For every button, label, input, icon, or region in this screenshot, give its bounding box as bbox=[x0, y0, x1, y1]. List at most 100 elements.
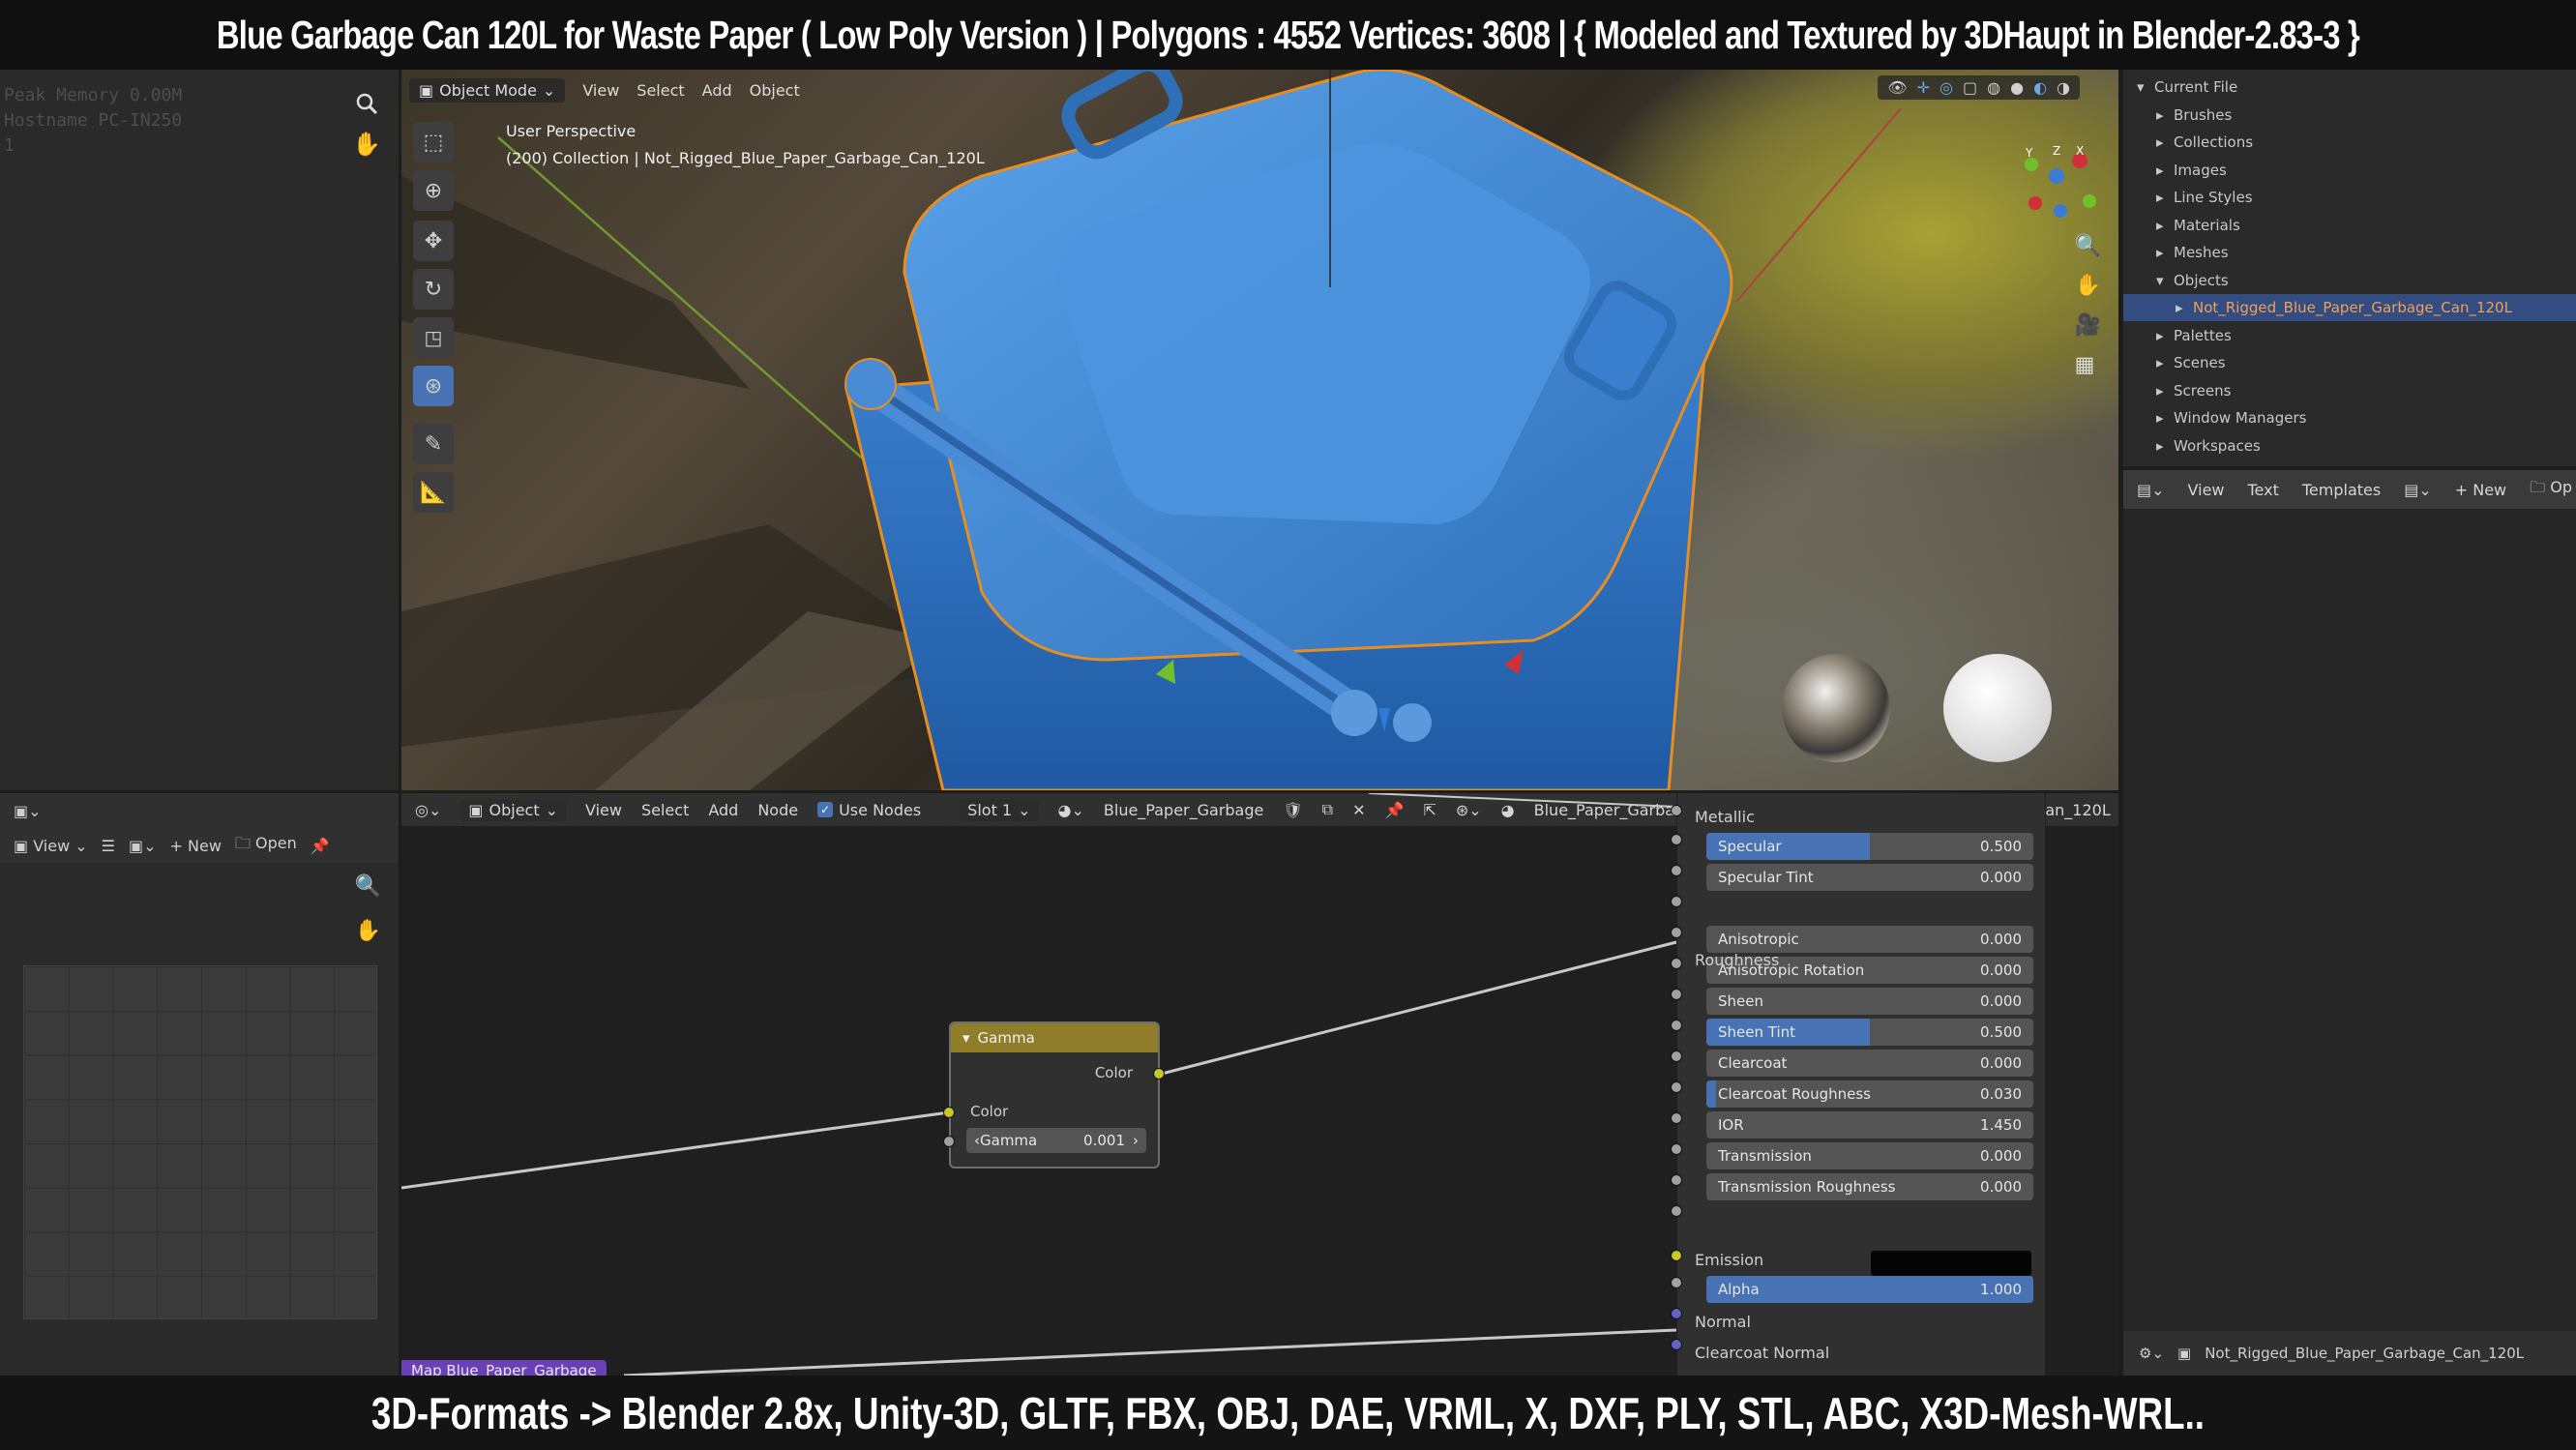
gamma-value-socket[interactable] bbox=[943, 1136, 955, 1147]
zoom-icon[interactable]: 🔍 bbox=[355, 874, 381, 899]
bsdf-field-specular-tint[interactable]: Specular Tint 0.000 bbox=[1706, 864, 2033, 891]
outliner-item[interactable]: ▸ Workspaces bbox=[2123, 432, 2576, 459]
gamma-node[interactable]: ▾ Gamma Color Color ‹ Gamma 0.001 › bbox=[949, 1021, 1160, 1169]
hand-pan-icon[interactable]: ✋ bbox=[352, 130, 381, 159]
outliner-item[interactable]: ▸ Palettes bbox=[2123, 322, 2576, 349]
shader-node-editor[interactable]: ◎⌄ ▣ Object ⌄ View Select Add Node ✓ Use… bbox=[401, 793, 2118, 1376]
rendered-shading-icon[interactable]: ◑ bbox=[2057, 78, 2070, 97]
camera-icon[interactable]: 🎥 bbox=[2075, 313, 2101, 338]
outliner-item[interactable]: ▸ Window Managers bbox=[2123, 404, 2576, 431]
expand-arrow-closed-icon[interactable]: ▸ bbox=[2156, 327, 2174, 344]
bsdf-input-socket[interactable] bbox=[1671, 1308, 1682, 1319]
bsdf-field-sheen[interactable]: Sheen 0.000 bbox=[1706, 988, 2033, 1015]
expand-arrow-closed-icon[interactable]: ▸ bbox=[2156, 409, 2174, 427]
gamma-input-socket[interactable] bbox=[943, 1107, 955, 1118]
collapse-icon[interactable]: ▾ bbox=[962, 1029, 970, 1047]
image-browse-icon[interactable]: ▣⌄ bbox=[129, 837, 157, 855]
bsdf-input-socket[interactable] bbox=[1671, 1339, 1682, 1350]
bsdf-input-socket[interactable] bbox=[1671, 1020, 1682, 1031]
visibility-icon[interactable]: 👁 bbox=[1887, 78, 1907, 97]
menu-select[interactable]: Select bbox=[637, 81, 684, 100]
bsdf-input-socket[interactable] bbox=[1671, 989, 1682, 1000]
open-folder-icon[interactable]: 🗀 Op bbox=[2530, 477, 2572, 503]
outliner-item[interactable]: ▾ Objects bbox=[2123, 267, 2576, 294]
expand-arrow-closed-icon[interactable]: ▸ bbox=[2156, 162, 2174, 179]
bsdf-field-sheen-tint[interactable]: Sheen Tint 0.500 bbox=[1706, 1019, 2033, 1046]
bsdf-input-socket[interactable] bbox=[1671, 1143, 1682, 1155]
expand-arrow-closed-icon[interactable]: ▸ bbox=[2156, 217, 2174, 234]
bsdf-input-socket[interactable] bbox=[1671, 1205, 1682, 1217]
bsdf-input-socket[interactable] bbox=[1671, 927, 1682, 938]
bsdf-input-socket[interactable] bbox=[1671, 1250, 1682, 1261]
editor-type-icon[interactable]: ▣⌄ bbox=[14, 802, 42, 820]
bsdf-field-alpha[interactable]: Alpha 1.000 bbox=[1706, 1276, 2033, 1303]
image-canvas-grid[interactable] bbox=[23, 965, 377, 1319]
outliner-item[interactable]: ▸ Line Styles bbox=[2123, 184, 2576, 211]
bsdf-field-transmission[interactable]: Transmission 0.000 bbox=[1706, 1142, 2033, 1169]
expand-arrow-closed-icon[interactable]: ▸ bbox=[2156, 189, 2174, 206]
bsdf-input-socket[interactable] bbox=[1671, 1277, 1682, 1288]
hamburger-icon[interactable]: ☰ bbox=[102, 837, 115, 855]
menu-view[interactable]: View bbox=[2188, 481, 2225, 499]
navigation-gizmo[interactable]: Z X Y bbox=[1993, 128, 2109, 234]
menu-object[interactable]: Object bbox=[750, 81, 800, 100]
outliner-item[interactable]: ▾ Current File bbox=[2123, 74, 2576, 101]
principled-bsdf-node[interactable]: Metallic Specular 0.500 Specular Tint 0.000… bbox=[1676, 793, 2046, 1376]
expand-arrow-closed-icon[interactable]: ▸ bbox=[2156, 382, 2174, 399]
rotate-tool[interactable]: ↻ bbox=[413, 269, 454, 310]
expand-arrow-closed-icon[interactable]: ▸ bbox=[2156, 437, 2174, 455]
annotate-tool[interactable]: ✎ bbox=[413, 424, 454, 464]
outliner-item[interactable]: ▸ Materials bbox=[2123, 212, 2576, 239]
solid-shading-icon[interactable]: ● bbox=[2010, 78, 2024, 97]
mode-dropdown[interactable]: ▣ Object Mode ⌄ bbox=[409, 77, 566, 103]
gamma-output-socket[interactable] bbox=[1153, 1068, 1165, 1080]
bsdf-input-socket[interactable] bbox=[1671, 896, 1682, 907]
menu-view[interactable]: View bbox=[582, 81, 619, 100]
select-box-tool[interactable]: ⬚ bbox=[413, 122, 454, 163]
emission-color-swatch[interactable] bbox=[1871, 1251, 2031, 1276]
editor-type-icon[interactable]: ▤⌄ bbox=[2137, 481, 2165, 499]
expand-arrow-closed-icon[interactable]: ▸ bbox=[2156, 106, 2174, 124]
gamma-value-field[interactable]: ‹ Gamma 0.001 › bbox=[966, 1128, 1146, 1153]
menu-templates[interactable]: Templates bbox=[2302, 481, 2381, 499]
bsdf-input-socket[interactable] bbox=[1671, 865, 1682, 876]
open-image-button[interactable]: 🗀 Open bbox=[235, 833, 297, 859]
wireframe-shading-icon[interactable]: ◍ bbox=[1987, 78, 2000, 97]
menu-text[interactable]: Text bbox=[2248, 481, 2279, 499]
bsdf-field-specular[interactable]: Specular 0.500 bbox=[1706, 833, 2033, 860]
hand-pan-icon[interactable]: ✋ bbox=[2075, 274, 2101, 298]
menu-add[interactable]: Add bbox=[702, 81, 732, 100]
increment-icon[interactable]: › bbox=[1133, 1132, 1139, 1149]
xray-icon[interactable]: ▢ bbox=[1963, 78, 1977, 97]
bsdf-input-socket[interactable] bbox=[1671, 1112, 1682, 1124]
pin-icon[interactable]: 📌 bbox=[311, 837, 330, 855]
cursor-tool[interactable]: ⊕ bbox=[413, 170, 454, 211]
expand-arrow-open-icon[interactable]: ▾ bbox=[2156, 272, 2174, 289]
scale-tool[interactable]: ◳ bbox=[413, 317, 454, 358]
3d-viewport[interactable]: ▣ Object Mode ⌄ View Select Add Object U… bbox=[401, 70, 2118, 790]
overlay-icon[interactable]: ◎ bbox=[1939, 78, 1953, 97]
transform-tool[interactable]: ⊛ bbox=[413, 366, 454, 406]
bsdf-field-transmission-roughness[interactable]: Transmission Roughness 0.000 bbox=[1706, 1173, 2033, 1200]
bsdf-input-socket[interactable] bbox=[1671, 1081, 1682, 1093]
gizmo-icon[interactable]: ✛ bbox=[1917, 78, 1930, 97]
bsdf-input-socket[interactable] bbox=[1671, 1051, 1682, 1062]
outliner-item[interactable]: ▸ Scenes bbox=[2123, 349, 2576, 376]
frame-label[interactable]: Map Blue_Paper_Garbage bbox=[401, 1360, 607, 1376]
bsdf-field-clearcoat[interactable]: Clearcoat 0.000 bbox=[1706, 1050, 2033, 1077]
bsdf-input-socket[interactable] bbox=[1671, 805, 1682, 816]
grid-icon[interactable]: ▦ bbox=[2075, 353, 2101, 377]
bsdf-field-ior[interactable]: IOR 1.450 bbox=[1706, 1111, 2033, 1139]
expand-arrow-open-icon[interactable]: ▾ bbox=[2137, 78, 2154, 96]
material-shading-icon[interactable]: ◐ bbox=[2033, 78, 2047, 97]
hand-pan-icon[interactable]: ✋ bbox=[355, 919, 381, 943]
expand-arrow-closed-icon[interactable]: ▸ bbox=[2156, 244, 2174, 261]
bsdf-input-socket[interactable] bbox=[1671, 958, 1682, 969]
zoom-icon[interactable]: 🔍 bbox=[2075, 234, 2101, 258]
zoom-icon[interactable] bbox=[352, 89, 381, 118]
expand-arrow-closed-icon[interactable]: ▸ bbox=[2176, 299, 2193, 316]
outliner-item[interactable]: ▸ Images bbox=[2123, 157, 2576, 184]
view-dropdown[interactable]: ▣ View ⌄ bbox=[14, 837, 88, 855]
measure-tool[interactable]: 📐 bbox=[413, 472, 454, 513]
text-browse-icon[interactable]: ▤⌄ bbox=[2404, 481, 2432, 499]
